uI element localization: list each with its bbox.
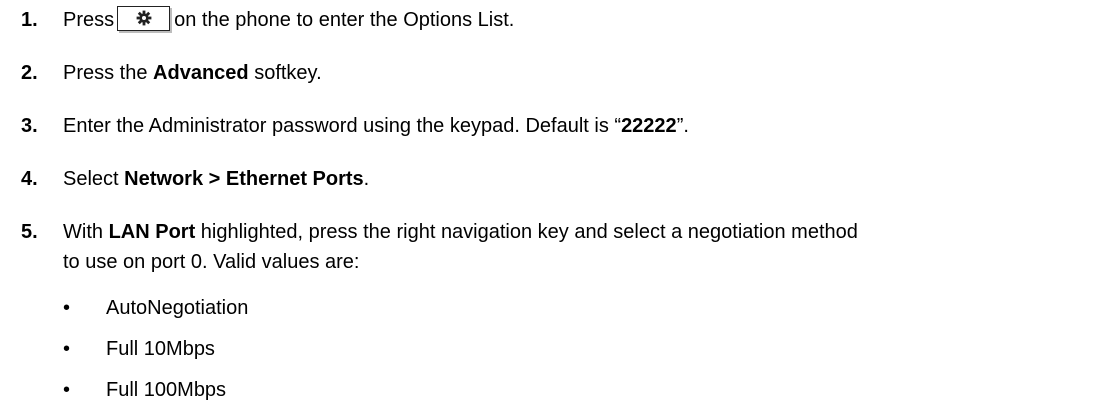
list-item-label: AutoNegotiation (106, 297, 249, 319)
default-password: 22222 (621, 115, 677, 137)
menu-path: Network > Ethernet Ports (124, 168, 364, 190)
step-text-after: . (363, 168, 370, 190)
step-number: 2. (21, 62, 38, 84)
step-number: 3. (21, 115, 38, 137)
softkey-name: Advanced (153, 62, 249, 84)
list-item-label: Full 10Mbps (106, 338, 215, 360)
bullet: • (63, 379, 71, 401)
step-number: 5. (21, 221, 38, 243)
list-item-label: Full 100Mbps (106, 379, 227, 401)
step-text-after: softkey. (248, 62, 322, 84)
bullet: • (63, 297, 71, 319)
step-text-before: Press (63, 9, 115, 31)
step-number: 1. (21, 9, 38, 31)
step-number: 4. (21, 168, 38, 190)
step-text-before: Select (63, 168, 125, 190)
step-5-continuation: to use on port 0. Valid values are: (63, 251, 360, 273)
step-text: Press the Advanced softkey. (63, 58, 322, 89)
step-text-before: Enter the Administrator password using t… (63, 115, 622, 137)
step-text: Press on the phone to enter the Options L… (63, 5, 514, 36)
step-text-before: With (63, 221, 109, 243)
step-text-after: ”. (676, 115, 689, 137)
step-text: Enter the Administrator password using t… (63, 111, 689, 142)
options-key (117, 6, 171, 31)
step-text-before: Press the (63, 62, 154, 84)
bullet: • (63, 338, 71, 360)
setting-name: LAN Port (108, 221, 196, 243)
step-text-after: on the phone to enter the Options List. (174, 9, 515, 31)
step-text: With LAN Port highlighted, press the rig… (63, 217, 858, 248)
gear-icon (136, 10, 152, 26)
step-text: Select Network > Ethernet Ports. (63, 164, 369, 195)
step-text-after: highlighted, press the right navigation … (195, 221, 858, 243)
